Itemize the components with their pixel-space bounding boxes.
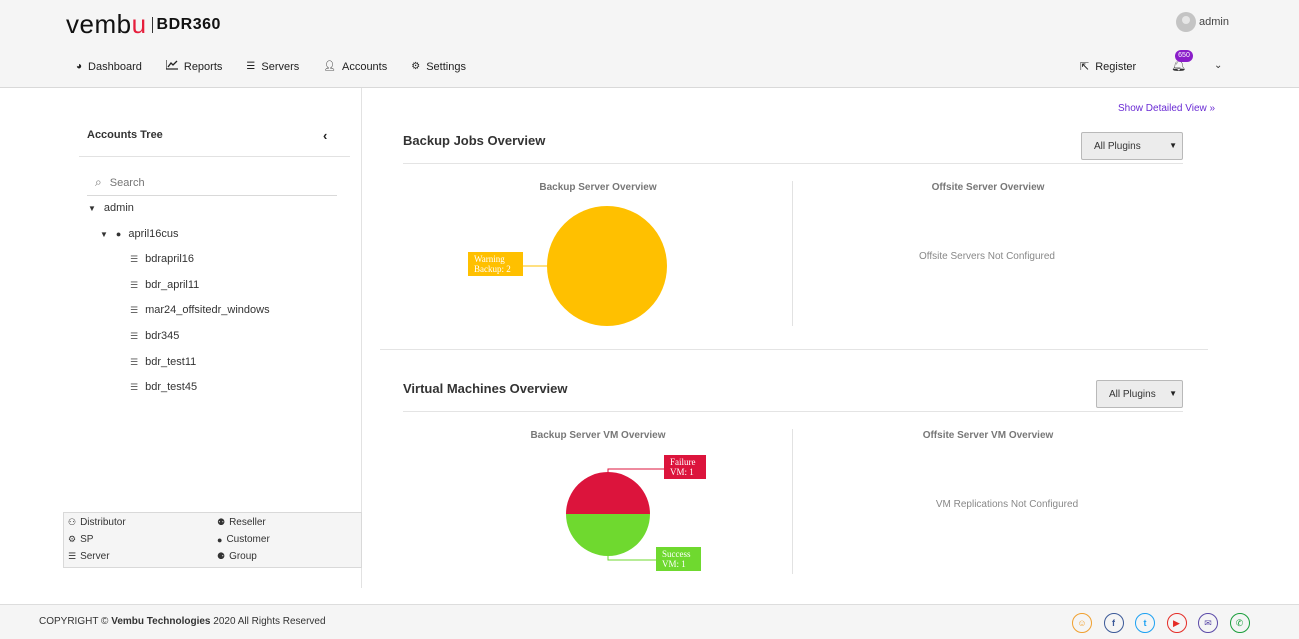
copyright: COPYRIGHT © Vembu Technologies 2020 All … <box>39 616 326 627</box>
phone-icon[interactable]: ✆ <box>1229 613 1250 633</box>
pie-slice-failure[interactable] <box>566 472 650 514</box>
overview-charts <box>521 206 667 561</box>
chat-icon[interactable]: ☺ <box>1072 613 1092 633</box>
pie-slice-warning[interactable] <box>547 206 667 326</box>
facebook-icon[interactable]: f <box>1103 613 1124 633</box>
backup-server-pie <box>521 206 667 326</box>
pie-slice-success[interactable] <box>566 514 650 556</box>
vm-server-pie <box>566 468 664 561</box>
failure-label: Failure VM: 1 <box>664 455 706 479</box>
youtube-icon[interactable]: ▶ <box>1166 613 1187 633</box>
email-icon[interactable]: ✉ <box>1198 613 1218 633</box>
success-label: Success VM: 1 <box>656 547 701 571</box>
footer: COPYRIGHT © Vembu Technologies 2020 All … <box>0 604 1299 639</box>
warning-label: Warning Backup: 2 <box>468 252 523 276</box>
twitter-icon[interactable]: t <box>1135 613 1155 633</box>
